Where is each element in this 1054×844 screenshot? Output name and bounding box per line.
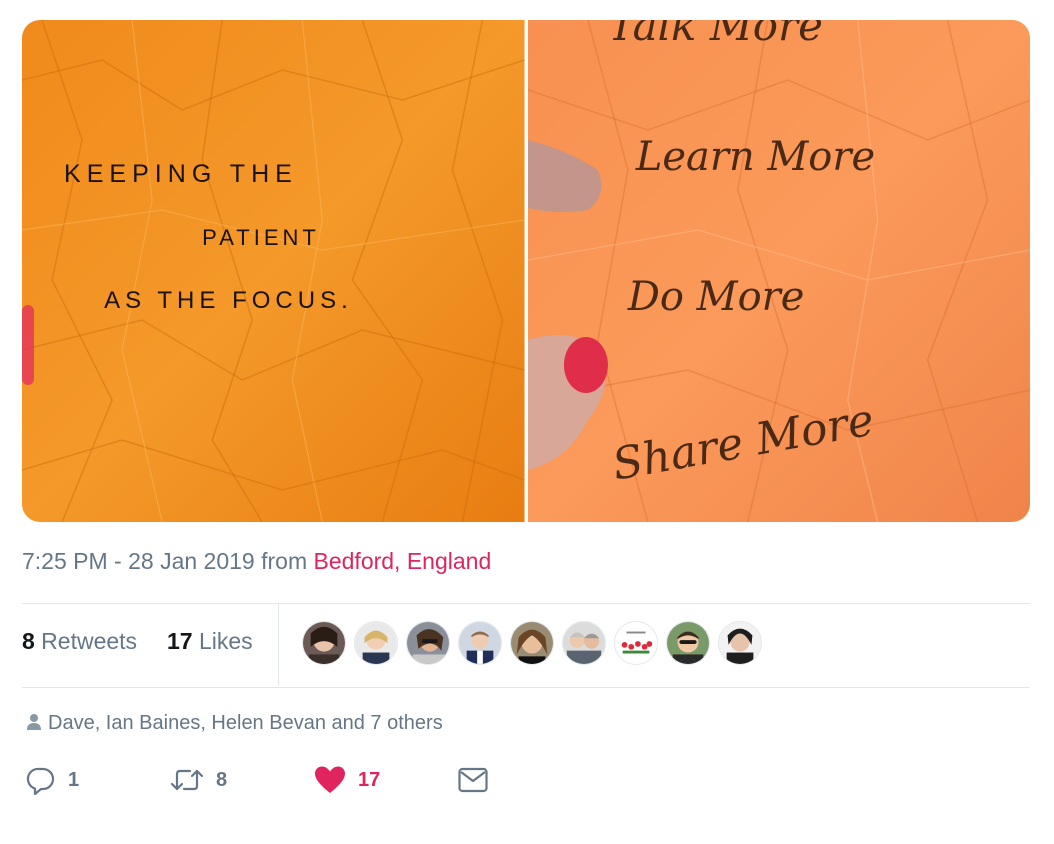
avatar[interactable] [458, 621, 502, 665]
avatar[interactable] [510, 621, 554, 665]
retweet-count: 8 [216, 768, 228, 791]
likes-stat[interactable]: 17 Likes [167, 628, 253, 655]
like-count: 17 [358, 768, 381, 791]
photo-right-line-1: Talk More [607, 20, 822, 50]
retweet-button[interactable]: 8 [170, 760, 227, 800]
avatar[interactable] [666, 621, 710, 665]
liked-by-text: Dave, Ian Baines, Helen Bevan and 7 othe… [48, 712, 443, 734]
reply-count: 1 [68, 768, 80, 791]
retweets-stat[interactable]: 8 Retweets [22, 628, 137, 655]
likes-count: 17 [167, 628, 193, 654]
like-button[interactable]: 17 [314, 760, 380, 800]
retweet-icon [170, 769, 204, 791]
photo-left-image: KEEPING THE PATIENT AS THE FOCUS. [22, 20, 525, 522]
retweets-label: Retweets [34, 628, 138, 654]
tweet-media: KEEPING THE PATIENT AS THE FOCUS. Talk M… [22, 20, 1030, 522]
avatar[interactable] [614, 621, 658, 665]
likes-label: Likes [192, 628, 253, 654]
divider-bottom [22, 687, 1030, 688]
tweet-actions: 1 8 17 [22, 760, 722, 800]
photo-left-line-3: AS THE FOCUS. [104, 287, 353, 314]
tweet-from-word: from [254, 548, 314, 574]
liked-by[interactable]: Dave, Ian Baines, Helen Bevan and 7 othe… [22, 712, 443, 735]
photo-right-image: Talk More Learn More Do More Share More [527, 20, 1030, 522]
photo-left-line-2: PATIENT [202, 225, 320, 250]
avatar[interactable] [406, 621, 450, 665]
reply-button[interactable]: 1 [26, 760, 79, 800]
tweet-stats: 8 Retweets 17 Likes [22, 604, 1030, 686]
heart-icon [315, 766, 345, 793]
avatar[interactable] [562, 621, 606, 665]
retweets-count: 8 [22, 628, 35, 654]
tweet-meta: 7:25 PM - 28 Jan 2019 from Bedford, Engl… [22, 548, 491, 575]
direct-message-button[interactable] [458, 760, 488, 800]
avatar[interactable] [302, 621, 346, 665]
photo-left-line-1: KEEPING THE [64, 160, 298, 188]
stats-counts: 8 Retweets 17 Likes [22, 604, 279, 686]
reply-icon [26, 767, 55, 795]
photo-right-line-2: Learn More [634, 134, 874, 180]
person-icon [27, 714, 41, 730]
avatar[interactable] [354, 621, 398, 665]
tweet-timestamp[interactable]: 7:25 PM - 28 Jan 2019 [22, 548, 255, 574]
photo-right-line-3: Do More [626, 274, 803, 320]
avatar[interactable] [718, 621, 762, 665]
photo-right[interactable]: Talk More Learn More Do More Share More [527, 20, 1030, 522]
tweet-location-link[interactable]: Bedford, England [314, 548, 492, 574]
envelope-icon [458, 767, 488, 793]
photo-left[interactable]: KEEPING THE PATIENT AS THE FOCUS. [22, 20, 525, 522]
